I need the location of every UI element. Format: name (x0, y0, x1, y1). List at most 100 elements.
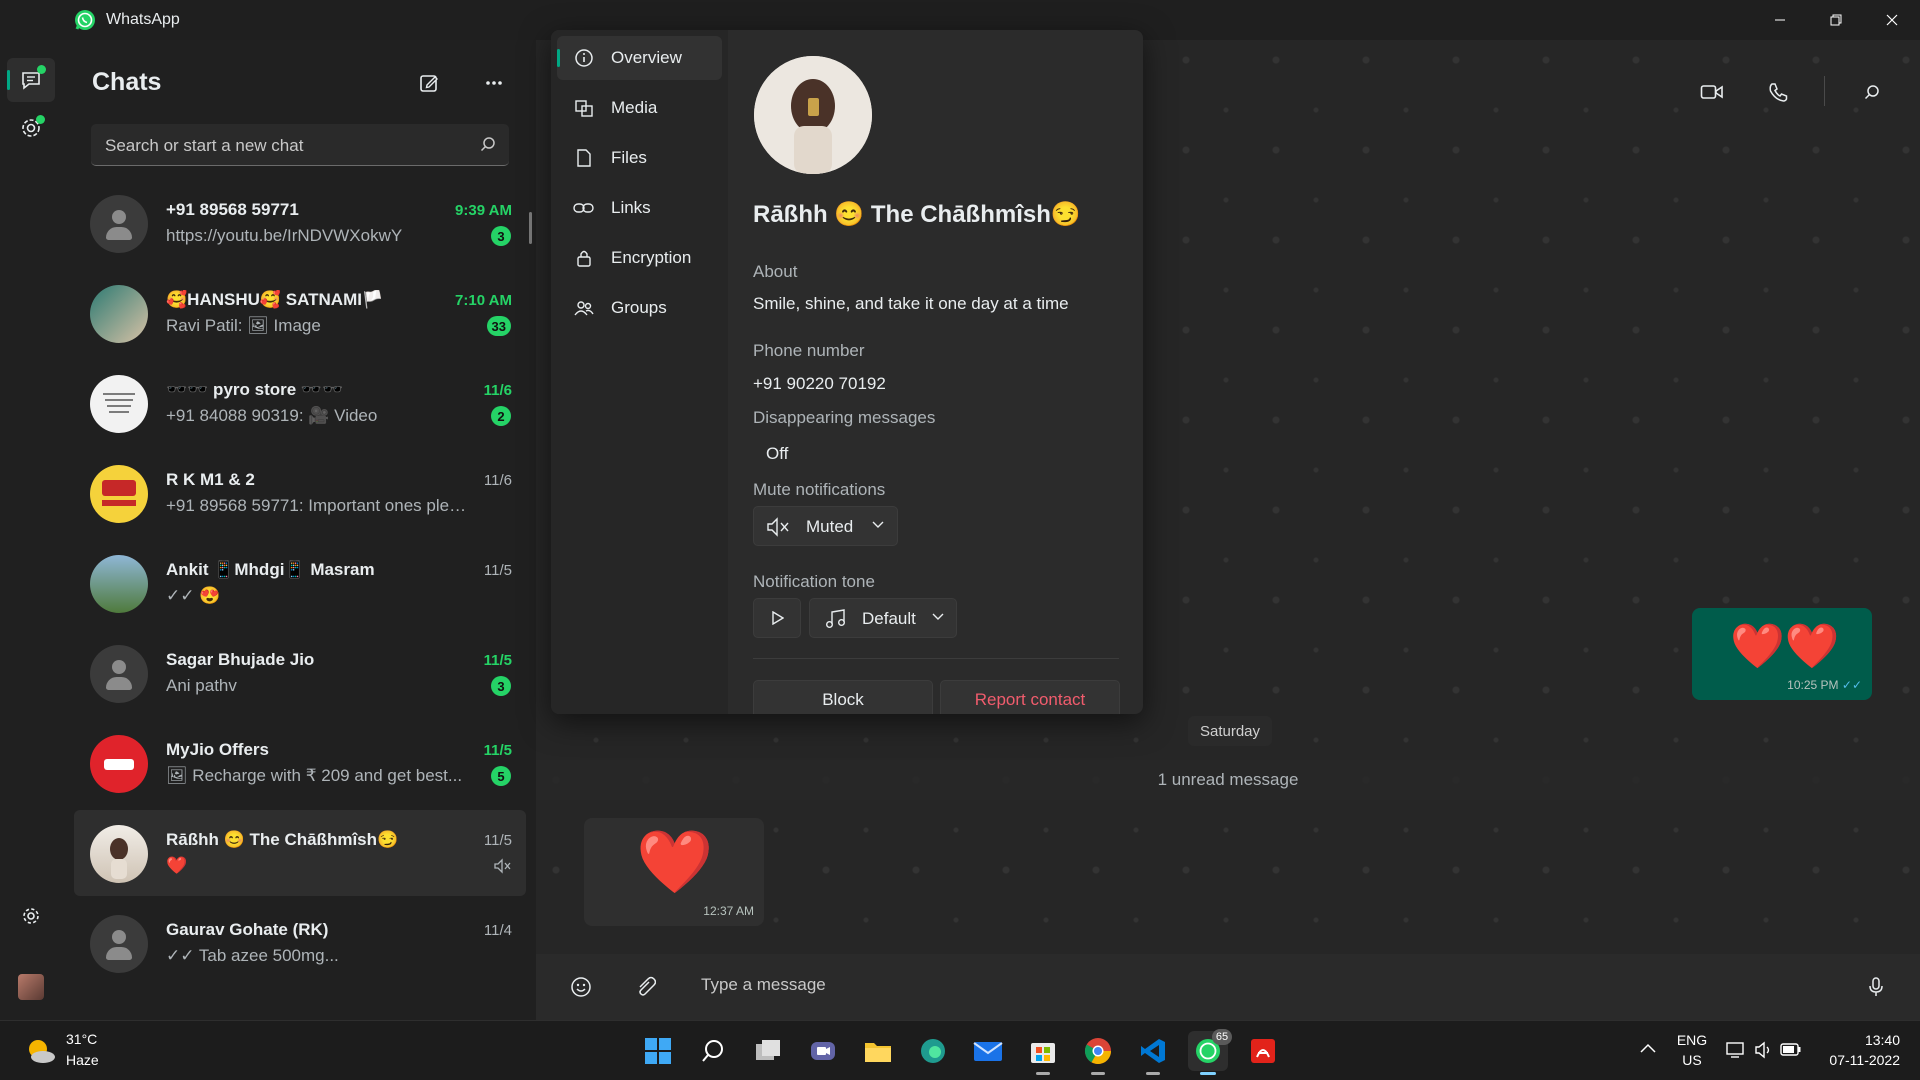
chat-time: 11/5 (483, 562, 512, 579)
chat-row[interactable]: MyJio Offers 🖼 Recharge with ₹ 209 and g… (74, 720, 526, 806)
status-nav-button[interactable] (7, 106, 55, 150)
avatar (90, 645, 148, 703)
status-notification-dot (36, 115, 45, 124)
new-chat-button[interactable] (414, 68, 444, 98)
chat-time: 11/6 (483, 382, 512, 399)
report-contact-button[interactable]: Report contact (940, 680, 1120, 714)
file-explorer-button[interactable] (858, 1031, 898, 1071)
chat-row[interactable]: Sagar Bhujade Jio Ani pathv 11/5 3 (74, 630, 526, 716)
chat-name: Rāßhh 😊 The Chāßhmîsh😏 (166, 830, 399, 849)
search-icon (479, 135, 497, 153)
search-input[interactable]: Search or start a new chat (91, 124, 509, 166)
chevron-down-icon (872, 521, 884, 529)
minimize-button[interactable] (1752, 0, 1808, 40)
block-label: Block (822, 690, 864, 709)
message-input[interactable]: Type a message (701, 975, 826, 995)
chevron-down-icon (932, 613, 944, 621)
mail-button[interactable] (968, 1031, 1008, 1071)
whatsapp-taskbar-button[interactable]: 65 (1188, 1029, 1232, 1075)
mute-dropdown[interactable]: Muted (753, 506, 898, 546)
language-primary[interactable]: ENG (1674, 1032, 1710, 1048)
close-window-button[interactable] (1864, 0, 1920, 40)
search-messages-button[interactable] (1854, 74, 1890, 110)
restore-button[interactable] (1808, 0, 1864, 40)
play-icon (772, 611, 784, 625)
date-separator: Saturday (1188, 716, 1272, 746)
chat-time: 7:10 AM (455, 292, 512, 309)
disappearing-value[interactable]: Off (766, 444, 788, 464)
block-button[interactable]: Block (753, 680, 933, 714)
tab-files[interactable]: Files (557, 136, 722, 180)
avatar (90, 465, 148, 523)
task-view-button[interactable] (748, 1031, 788, 1071)
chats-nav-button[interactable] (7, 58, 55, 102)
mail-icon (973, 1042, 1003, 1061)
settings-button[interactable] (7, 894, 55, 938)
tab-label: Encryption (611, 248, 692, 267)
edge-browser-button[interactable] (913, 1031, 953, 1071)
acrobat-button[interactable] (1243, 1031, 1283, 1071)
teams-chat-button[interactable] (803, 1031, 843, 1071)
voice-call-button[interactable] (1760, 74, 1796, 110)
chat-name: R K M1 & 2 (166, 470, 255, 489)
message-content: ❤️ (636, 828, 714, 897)
avatar (90, 915, 148, 973)
tab-media[interactable]: Media (557, 86, 722, 130)
chats-heading: Chats (92, 68, 162, 96)
contact-photo[interactable] (754, 56, 872, 174)
chat-preview: +91 89568 59771: Important ones plea... (166, 496, 468, 515)
smiley-icon (571, 977, 591, 997)
chrome-button[interactable] (1078, 1031, 1118, 1075)
chat-preview: https://youtu.be/IrNDVWXokwY (166, 226, 403, 245)
music-note-icon (824, 608, 848, 630)
store-button[interactable] (1023, 1031, 1063, 1075)
chevron-up-icon[interactable] (1640, 1043, 1656, 1053)
chat-row[interactable]: Gaurav Gohate (RK) ✓✓ Tab azee 500mg... … (74, 900, 526, 986)
clock-time[interactable]: 13:40 (1820, 1032, 1912, 1048)
avatar (90, 285, 148, 343)
running-indicator (1200, 1072, 1216, 1075)
tab-overview[interactable]: Overview (557, 36, 722, 80)
avatar (90, 555, 148, 613)
chat-name: Ankit 📱Mhdgi📱 Masram (166, 560, 375, 579)
voice-message-button[interactable] (1862, 973, 1890, 1001)
tab-groups[interactable]: Groups (557, 286, 722, 330)
outgoing-message[interactable]: ❤️❤️ 10:25 PM ✓✓ (1692, 608, 1872, 700)
chat-row[interactable]: 🕶️🕶️ pyro store 🕶️🕶️ +91 84088 90319: 🎥 … (74, 360, 526, 446)
chat-row-selected[interactable]: Rāßhh 😊 The Chāßhmîsh😏 ❤️ 11/5 (74, 810, 526, 896)
taskbar-search-button[interactable] (693, 1031, 733, 1071)
rk-academy-logo (92, 467, 146, 521)
tab-links[interactable]: Links (557, 186, 722, 230)
attach-button[interactable] (631, 973, 659, 1001)
profile-avatar[interactable] (18, 974, 44, 1000)
whatsapp-logo-icon (74, 9, 96, 31)
chat-preview: Ravi Patil: 🖼 Image (166, 316, 321, 335)
chat-row[interactable]: R K M1 & 2 +91 89568 59771: Important on… (74, 450, 526, 536)
chat-menu-button[interactable] (479, 68, 509, 98)
header-divider (1824, 76, 1825, 106)
about-value: Smile, shine, and take it one day at a t… (753, 294, 1069, 313)
play-tone-button[interactable] (753, 598, 801, 638)
chat-row[interactable]: 🥰HANSHU🥰 SATNAMI🏳️ Ravi Patil: 🖼 Image 7… (74, 270, 526, 356)
video-call-button[interactable] (1694, 74, 1730, 110)
avatar (90, 375, 148, 433)
mute-label: Mute notifications (753, 480, 886, 499)
phone-label: Phone number (753, 341, 865, 360)
incoming-message[interactable]: ❤️ 12:37 AM (584, 818, 764, 926)
tab-encryption[interactable]: Encryption (557, 236, 722, 280)
volume-icon[interactable] (1754, 1041, 1774, 1059)
chat-row[interactable]: Ankit 📱Mhdgi📱 Masram ✓✓ 😍 11/5 (74, 540, 526, 626)
vscode-button[interactable] (1133, 1031, 1173, 1075)
language-secondary: US (1682, 1052, 1702, 1068)
emoji-button[interactable] (567, 973, 595, 1001)
weather-icon[interactable] (24, 1035, 56, 1067)
disappearing-label: Disappearing messages (753, 408, 936, 427)
lock-icon (573, 247, 595, 269)
chat-list-scrollbar[interactable] (529, 212, 532, 244)
network-icon[interactable] (1726, 1041, 1746, 1059)
start-button[interactable] (638, 1031, 678, 1071)
chat-name: MyJio Offers (166, 740, 269, 759)
battery-icon[interactable] (1780, 1042, 1802, 1058)
chat-row[interactable]: +91 89568 59771 https://youtu.be/IrNDVWX… (74, 180, 526, 266)
tone-dropdown[interactable]: Default (809, 598, 957, 638)
